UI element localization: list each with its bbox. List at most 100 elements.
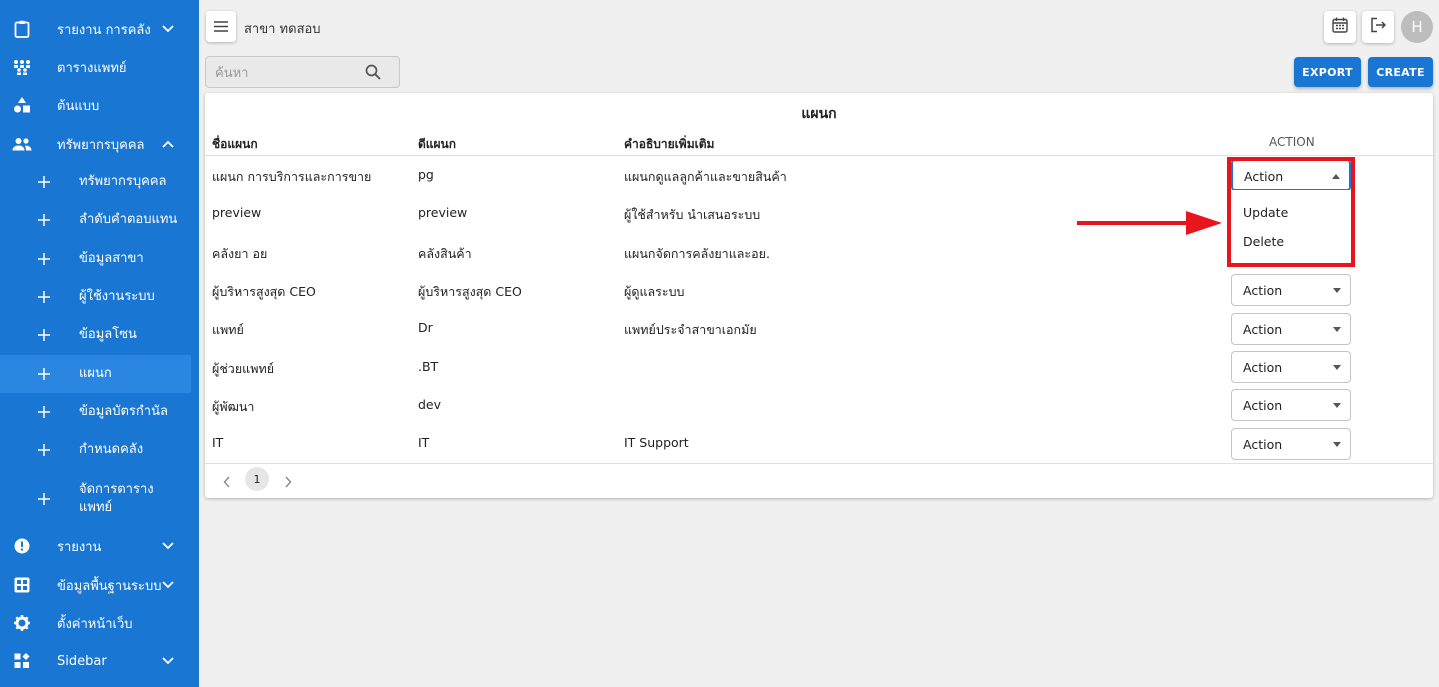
sidebar: รายงาน การคลัง ตารางแพทย์ ต้นแบบ ทรัพยาก… [0,0,199,687]
sidebar-subitem-label: ข้อมูลโซน [79,327,137,342]
clipboard-icon [12,19,32,39]
header-divider [205,155,1433,156]
cell-name: แพทย์ [212,322,244,337]
plus-icon [34,325,54,345]
calendar-icon [1332,17,1348,37]
action-select-value: Action [1243,360,1283,375]
cell-code: Dr [418,320,433,335]
action-select[interactable]: Action [1231,351,1351,383]
sidebar-subitem-warehouse[interactable]: กำหนดคลัง [0,431,191,469]
sidebar-subitem-label: ข้อมูลสาขา [79,251,144,266]
plus-icon [34,402,54,422]
search-icon[interactable] [365,64,381,84]
create-button[interactable]: CREATE [1368,57,1433,87]
sidebar-item-finance-report[interactable]: รายงาน การคลัง [0,10,191,48]
column-header-action: ACTION [1269,135,1315,149]
sidebar-item-label: Sidebar [57,653,107,669]
sidebar-item-web-settings[interactable]: ตั้งค่าหน้าเว็บ [0,604,191,642]
hamburger-icon [214,17,228,36]
plus-icon [34,210,54,230]
sidebar-item-report[interactable]: รายงาน [0,527,191,565]
chevron-down-icon [161,578,175,592]
calendar-button[interactable] [1324,11,1356,43]
cell-code: dev [418,397,442,412]
next-page-icon[interactable] [284,473,292,492]
sidebar-item-template[interactable]: ต้นแบบ [0,86,191,124]
chevron-down-icon [161,539,175,553]
cell-name: IT [212,435,224,450]
sidebar-item-label: ตั้งค่าหน้าเว็บ [57,616,133,632]
cell-description: ผู้ใช้สำหรับ นำเสนอระบบ [624,207,761,222]
sidebar-subitem-users[interactable]: ผู้ใช้งานระบบ [0,278,191,316]
cell-name: คลังยา อย [212,246,268,261]
action-select-value: Action [1243,322,1283,337]
sidebar-item-label: ทรัพยากรบุคคล [57,137,145,153]
sidebar-subitem-label: ข้อมูลบัตรกำนัล [79,404,168,419]
cell-code: pg [418,167,434,182]
sidebar-subitem-branch[interactable]: ข้อมูลสาขา [0,240,191,278]
grid-icon [12,575,32,595]
people-group-icon [12,57,32,77]
sidebar-subitem-compensation[interactable]: ลำดับคำตอบแทน [0,201,191,239]
sidebar-item-label: ข้อมูลพื้นฐานระบบ [57,578,162,594]
alert-circle-icon [12,536,32,556]
sidebar-subitem-voucher[interactable]: ข้อมูลบัตรกำนัล [0,393,191,431]
cell-name: ผู้บริหารสูงสุด CEO [212,284,316,299]
column-header-name: ชื่อแผนก [212,137,258,151]
logout-button[interactable] [1362,11,1394,43]
avatar[interactable]: H [1401,11,1433,43]
cell-code: IT [418,435,430,450]
search-input[interactable] [215,63,355,83]
sidebar-subitem-label: ผู้ใช้งานระบบ [79,289,155,304]
action-select-value: Action [1243,398,1283,413]
gear-icon [12,613,32,633]
cell-description: แพทย์ประจำสาขาเอกมัย [624,322,757,337]
sidebar-subitem-department[interactable]: แผนก [0,355,191,393]
action-select[interactable]: Action [1231,428,1351,460]
plus-icon [34,249,54,269]
column-header-code: ดีแผนก [418,137,457,151]
page-number[interactable]: 1 [245,467,269,491]
sidebar-subitem-label: กำหนดคลัง [79,442,144,457]
cell-description: แผนกดูแลลูกค้าและขายสินค้า [624,169,787,184]
sidebar-subitem-label: จัดการตาราง แพทย์ [79,482,154,515]
cell-name: ผู้ช่วยแพทย์ [212,361,275,376]
cell-name: แผนก การบริการและการขาย [212,169,372,184]
search-box[interactable] [205,56,400,88]
red-arrow-icon [1076,207,1224,243]
caret-down-icon [1333,442,1341,447]
table-title: แผนก [801,106,837,122]
menu-button[interactable] [206,11,236,42]
sidebar-subitem-doctor-schedule[interactable]: จัดการตาราง แพทย์ [0,479,191,519]
chevron-down-icon [161,22,175,36]
plus-icon [34,172,54,192]
cell-code: .BT [418,359,439,374]
widgets-icon [12,651,32,671]
cell-description: แผนกจัดการคลังยาและอย. [624,246,770,261]
action-select[interactable]: Action [1231,389,1351,421]
chevron-down-icon [161,654,175,668]
logout-icon [1370,17,1387,37]
plus-icon [34,364,54,384]
sidebar-item-doctor-schedule[interactable]: ตารางแพทย์ [0,48,191,86]
sidebar-item-sidebar[interactable]: Sidebar [0,642,191,680]
sidebar-item-hr[interactable]: ทรัพยากรบุคคล [0,125,191,163]
export-button[interactable]: EXPORT [1294,57,1361,87]
caret-down-icon [1333,327,1341,332]
cell-description: ผู้ดูแลระบบ [624,284,685,299]
sidebar-subitem-label: ทรัพยากรบุคคล [79,174,167,189]
sidebar-item-label: ตารางแพทย์ [57,60,127,76]
sidebar-subitem-zone[interactable]: ข้อมูลโซน [0,316,191,354]
action-select[interactable]: Action [1231,313,1351,345]
action-select-value: Action [1243,283,1283,298]
action-select[interactable]: Action [1231,274,1351,306]
sidebar-subitem-label: ลำดับคำตอบแทน [79,212,178,227]
column-header-description: คำอธิบายเพิ่มเติม [624,137,715,151]
plus-icon [34,489,54,509]
sidebar-item-label: รายงาน [57,539,102,555]
prev-page-icon[interactable] [223,473,231,492]
sidebar-subitem-hr[interactable]: ทรัพยากรบุคคล [0,163,191,201]
people-icon [12,134,32,154]
sidebar-item-master-data[interactable]: ข้อมูลพื้นฐานระบบ [0,566,191,604]
footer-divider [205,463,1433,464]
